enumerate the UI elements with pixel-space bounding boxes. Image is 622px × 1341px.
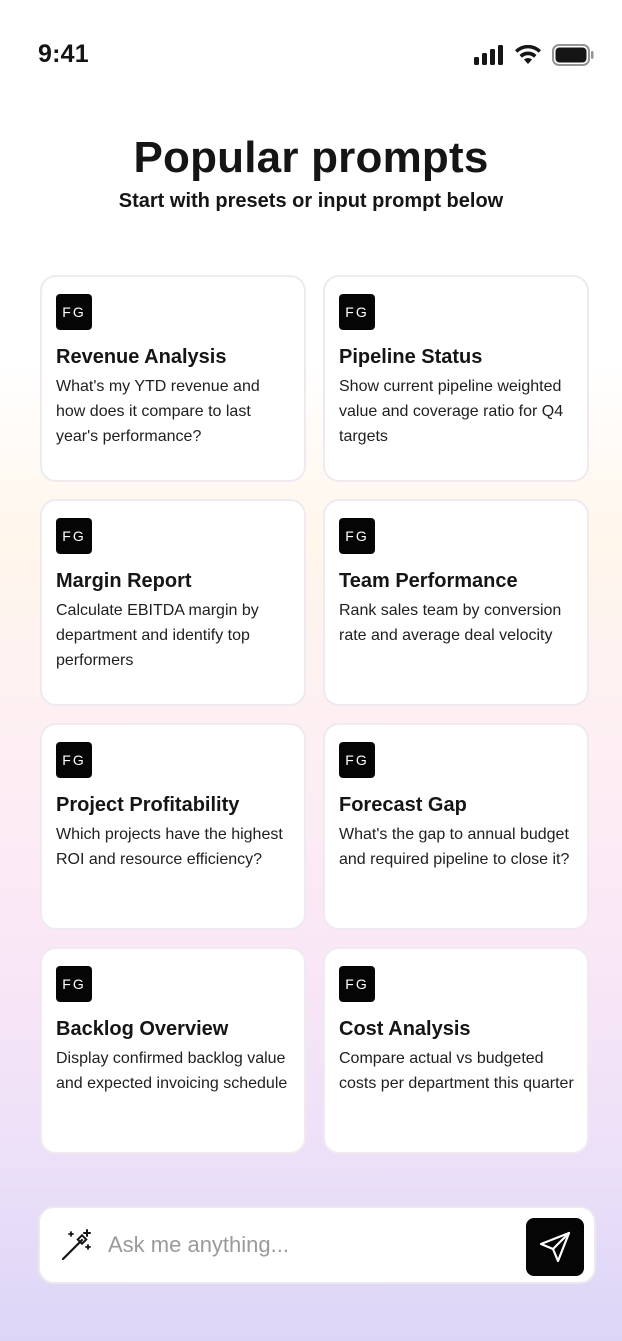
- prompt-card-revenue-analysis[interactable]: FG Revenue Analysis What's my YTD revenu…: [40, 275, 306, 482]
- card-title: Project Profitability: [56, 794, 240, 816]
- fg-logo-icon: FG: [339, 966, 375, 1002]
- prompt-card-forecast-gap[interactable]: FG Forecast Gap What's the gap to annual…: [323, 723, 589, 930]
- prompt-grid: FG Revenue Analysis What's my YTD revenu…: [40, 275, 589, 1154]
- cellular-signal-icon: [474, 45, 503, 65]
- battery-icon: [552, 44, 594, 66]
- card-title: Cost Analysis: [339, 1018, 471, 1040]
- fg-logo-icon: FG: [56, 294, 92, 330]
- card-description: Which projects have the highest ROI and …: [56, 826, 283, 868]
- fg-logo-icon: FG: [56, 742, 92, 778]
- card-description: Show current pipeline weighted value and…: [339, 378, 564, 445]
- card-description: Calculate EBITDA margin by department an…: [56, 602, 259, 669]
- prompt-card-backlog-overview[interactable]: FG Backlog Overview Display confirmed ba…: [40, 947, 306, 1154]
- prompt-card-project-profitability[interactable]: FG Project Profitability Which projects …: [40, 723, 306, 930]
- fg-logo-icon: FG: [339, 742, 375, 778]
- prompt-card-pipeline-status[interactable]: FG Pipeline Status Show current pipeline…: [323, 275, 589, 482]
- card-description: Compare actual vs budgeted costs per dep…: [339, 1050, 574, 1092]
- card-title: Team Performance: [339, 570, 518, 592]
- fg-logo-icon: FG: [339, 294, 375, 330]
- prompt-card-margin-report[interactable]: FG Margin Report Calculate EBITDA margin…: [40, 499, 306, 706]
- card-title: Forecast Gap: [339, 794, 467, 816]
- status-icons: [474, 44, 594, 66]
- status-time: 9:41: [38, 40, 89, 68]
- fg-logo-icon: FG: [56, 966, 92, 1002]
- status-bar: 9:41: [0, 0, 622, 110]
- ask-input[interactable]: [108, 1232, 508, 1258]
- fg-logo-icon: FG: [56, 518, 92, 554]
- card-title: Pipeline Status: [339, 346, 483, 368]
- send-icon: [539, 1231, 571, 1263]
- card-description: Rank sales team by conversion rate and a…: [339, 602, 562, 644]
- prompt-input-bar: [38, 1206, 596, 1284]
- card-description: What's my YTD revenue and how does it co…: [56, 378, 260, 445]
- card-title: Revenue Analysis: [56, 346, 227, 368]
- card-title: Backlog Overview: [56, 1018, 229, 1040]
- send-button[interactable]: [526, 1218, 584, 1276]
- wifi-icon: [515, 45, 541, 64]
- header: Popular prompts Start with presets or in…: [0, 132, 622, 214]
- prompt-card-team-performance[interactable]: FG Team Performance Rank sales team by c…: [323, 499, 589, 706]
- page-title: Popular prompts: [133, 133, 489, 182]
- card-description: Display confirmed backlog value and expe…: [56, 1050, 288, 1092]
- card-description: What's the gap to annual budget and requ…: [339, 826, 570, 868]
- fg-logo-icon: FG: [339, 518, 375, 554]
- card-title: Margin Report: [56, 570, 192, 592]
- page-subtitle: Start with presets or input prompt below: [118, 190, 504, 212]
- magic-wand-icon[interactable]: [60, 1228, 94, 1262]
- prompt-card-cost-analysis[interactable]: FG Cost Analysis Compare actual vs budge…: [323, 947, 589, 1154]
